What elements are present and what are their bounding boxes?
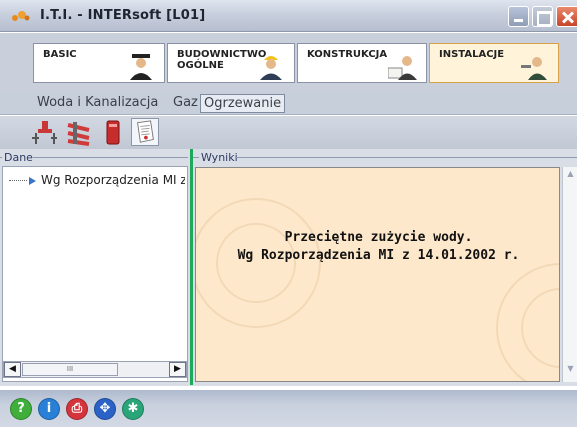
engineer-icon xyxy=(388,56,417,80)
group-label-dane: Dane xyxy=(2,151,35,164)
result-subtitle: Wg Rozporządzenia MI z 14.01.2002 r. xyxy=(237,248,520,263)
app-logo-icon xyxy=(12,11,30,21)
group-frame-line xyxy=(236,157,577,158)
submenu-gaz[interactable]: Gaz xyxy=(170,94,201,111)
horizontal-scrollbar[interactable]: ◀ III ▶ xyxy=(3,361,187,378)
module-bar: BASIC BUDOWNICTWO OGÓLNE KONSTRUKCJA INS… xyxy=(0,33,577,91)
boiler-icon[interactable] xyxy=(99,118,127,146)
bottom-toolbar: ? i ⎙ ✥ ✱ xyxy=(0,390,577,427)
plumber-icon xyxy=(521,57,547,80)
print-icon[interactable]: ⎙ xyxy=(66,398,88,420)
tree-connector xyxy=(9,180,27,181)
submenu-bar: Woda i Kanalizacja Gaz Ogrzewanie xyxy=(0,91,577,115)
info-icon[interactable]: i xyxy=(38,398,60,420)
scroll-thumb[interactable]: III xyxy=(22,363,118,376)
module-label: BUDOWNICTWO OGÓLNE xyxy=(177,49,267,71)
close-button[interactable] xyxy=(556,6,577,27)
maximize-button[interactable] xyxy=(532,6,553,27)
results-panel: Przeciętne zużycie wody. Wg Rozporządzen… xyxy=(195,167,560,382)
document-icon[interactable] xyxy=(131,118,159,146)
help-icon[interactable]: ? xyxy=(10,398,32,420)
window-title: I.T.I. - INTERsoft [L01] xyxy=(40,8,206,23)
submenu-ogrzewanie[interactable]: Ogrzewanie xyxy=(200,94,286,113)
module-label: INSTALACJE xyxy=(439,49,505,60)
scroll-left-button[interactable]: ◀ xyxy=(4,362,21,377)
module-tab-instalacje[interactable]: INSTALACJE xyxy=(429,43,559,83)
move-icon[interactable]: ✥ xyxy=(94,398,116,420)
module-tab-konstrukcja[interactable]: KONSTRUKCJA xyxy=(297,43,427,83)
tree-item[interactable]: Wg Rozporządzenia MI z 14.01.2002 r. xyxy=(9,173,185,187)
valve-icon[interactable] xyxy=(30,118,58,146)
settings-icon[interactable]: ✱ xyxy=(122,398,144,420)
scroll-down-button[interactable]: ▼ xyxy=(564,364,577,378)
builder-icon xyxy=(260,56,282,80)
scroll-up-button[interactable]: ▲ xyxy=(564,169,577,183)
vertical-scrollbar[interactable]: ▲ ▼ xyxy=(562,167,577,382)
submenu-woda-kanalizacja[interactable]: Woda i Kanalizacja xyxy=(34,94,161,111)
module-label: BASIC xyxy=(43,49,77,60)
module-label: KONSTRUKCJA xyxy=(307,49,388,60)
pipes-icon[interactable] xyxy=(65,118,93,146)
panel-splitter[interactable] xyxy=(190,149,193,385)
data-tree-panel[interactable]: Wg Rozporządzenia MI z 14.01.2002 r. xyxy=(2,166,188,382)
graduate-icon xyxy=(130,54,152,80)
tree-item-label: Wg Rozporządzenia MI z 14.01.2002 r. xyxy=(41,173,185,187)
group-label-wyniki: Wyniki xyxy=(199,151,240,164)
module-tab-budownictwo[interactable]: BUDOWNICTWO OGÓLNE xyxy=(167,43,295,83)
title-bar[interactable]: I.T.I. - INTERsoft [L01] xyxy=(0,0,577,32)
minimize-button[interactable] xyxy=(508,6,529,27)
group-frame-line xyxy=(33,157,188,158)
toolbar xyxy=(0,116,577,149)
result-title: Przeciętne zużycie wody. xyxy=(284,230,473,245)
scroll-right-button[interactable]: ▶ xyxy=(169,362,186,377)
module-tab-basic[interactable]: BASIC xyxy=(33,43,165,83)
tree-expand-icon[interactable] xyxy=(29,176,36,185)
